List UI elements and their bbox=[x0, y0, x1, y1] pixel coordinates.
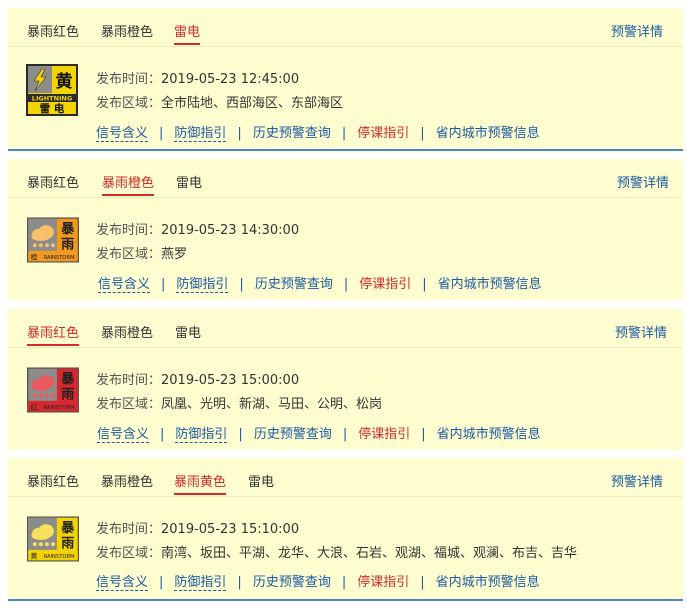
rainstorm-red-icon: 暴 雨 红 RAINSTORM bbox=[27, 367, 79, 413]
svg-text:红: 红 bbox=[30, 403, 37, 412]
svg-text:黄: 黄 bbox=[56, 71, 73, 92]
defense-guide-link[interactable]: 防御指引 bbox=[174, 575, 227, 591]
tab-rainstorm-red[interactable]: 暴雨红色 bbox=[27, 21, 79, 45]
warning-links: 信号含义 | 防御指引 | 历史预警查询 | 停课指引 | 省内城市预警信息 bbox=[96, 122, 540, 142]
svg-text:RAINSTORM: RAINSTORM bbox=[44, 255, 75, 261]
tab-rainstorm-red[interactable]: 暴雨红色 bbox=[27, 322, 80, 346]
class-suspension-link[interactable]: 停课指引 bbox=[357, 571, 409, 590]
signal-meaning-link[interactable]: 信号含义 bbox=[96, 126, 149, 142]
tab-rainstorm-red[interactable]: 暴雨红色 bbox=[27, 471, 79, 495]
svg-text:雨: 雨 bbox=[61, 537, 74, 552]
warning-panel-thunder: 暴雨红色 暴雨橙色 雷电 预警详情 黄 LIGHTNING 雷 电 发布时间：2… bbox=[8, 8, 683, 151]
publish-area: 发布区域：南湾、坂田、平湖、龙华、大浪、石岩、观湖、福城、观澜、布吉、吉华 bbox=[96, 546, 578, 561]
warning-tabs: 暴雨红色 暴雨橙色 雷电 预警详情 bbox=[8, 309, 683, 348]
tab-thunder[interactable]: 雷电 bbox=[176, 172, 202, 196]
warning-details-link[interactable]: 预警详情 bbox=[611, 471, 663, 490]
history-query-link[interactable]: 历史预警查询 bbox=[255, 273, 333, 292]
signal-meaning-link[interactable]: 信号含义 bbox=[96, 575, 149, 591]
publish-area: 发布区域：全市陆地、西部海区、东部海区 bbox=[96, 96, 344, 111]
provincial-warnings-link[interactable]: 省内城市预警信息 bbox=[436, 571, 540, 590]
svg-text:暴: 暴 bbox=[60, 222, 75, 237]
warning-details-link[interactable]: 预警详情 bbox=[617, 172, 669, 191]
defense-guide-link[interactable]: 防御指引 bbox=[175, 427, 228, 443]
tab-thunder[interactable]: 雷电 bbox=[174, 21, 201, 45]
history-query-link[interactable]: 历史预警查询 bbox=[253, 571, 331, 590]
warning-tabs: 暴雨红色 暴雨橙色 雷电 预警详情 bbox=[8, 159, 683, 198]
svg-text:RAINSTORM: RAINSTORM bbox=[44, 554, 75, 560]
tab-thunder[interactable]: 雷电 bbox=[248, 471, 274, 495]
history-query-link[interactable]: 历史预警查询 bbox=[254, 423, 332, 442]
class-suspension-link[interactable]: 停课指引 bbox=[359, 273, 411, 292]
publish-area: 发布区域：燕罗 bbox=[96, 247, 188, 262]
history-query-link[interactable]: 历史预警查询 bbox=[253, 122, 331, 141]
svg-text:LIGHTNING: LIGHTNING bbox=[32, 95, 72, 103]
tab-rainstorm-orange[interactable]: 暴雨橙色 bbox=[101, 21, 153, 45]
provincial-warnings-link[interactable]: 省内城市预警信息 bbox=[437, 423, 541, 442]
publish-time: 发布时间：2019-05-23 12:45:00 bbox=[96, 72, 300, 87]
provincial-warnings-link[interactable]: 省内城市预警信息 bbox=[436, 122, 540, 141]
svg-text:暴: 暴 bbox=[60, 372, 75, 387]
warning-details-link[interactable]: 预警详情 bbox=[611, 21, 663, 40]
provincial-warnings-link[interactable]: 省内城市预警信息 bbox=[438, 273, 542, 292]
warning-details-link[interactable]: 预警详情 bbox=[615, 322, 667, 341]
publish-area: 发布区域：凤凰、光明、新湖、马田、公明、松岗 bbox=[96, 397, 383, 412]
svg-text:黄: 黄 bbox=[30, 552, 37, 561]
warning-tabs: 暴雨红色 暴雨橙色 暴雨黄色 雷电 预警详情 bbox=[8, 458, 683, 497]
class-suspension-link[interactable]: 停课指引 bbox=[358, 423, 410, 442]
svg-text:雨: 雨 bbox=[61, 388, 74, 403]
publish-time: 发布时间：2019-05-23 14:30:00 bbox=[96, 223, 300, 238]
warning-links: 信号含义 | 防御指引 | 历史预警查询 | 停课指引 | 省内城市预警信息 bbox=[96, 571, 540, 591]
publish-time: 发布时间：2019-05-23 15:10:00 bbox=[96, 522, 300, 537]
warning-links: 信号含义 | 防御指引 | 历史预警查询 | 停课指引 | 省内城市预警信息 bbox=[98, 273, 542, 293]
tab-rainstorm-orange[interactable]: 暴雨橙色 bbox=[102, 172, 155, 196]
svg-text:雷 电: 雷 电 bbox=[40, 102, 65, 115]
warning-panel-rainstorm-yellow: 暴雨红色 暴雨橙色 暴雨黄色 雷电 预警详情 暴 雨 黄 RAINSTORM 发… bbox=[8, 458, 683, 601]
warning-tabs: 暴雨红色 暴雨橙色 雷电 预警详情 bbox=[8, 8, 683, 47]
rainstorm-orange-icon: 暴 雨 橙 RAINSTORM bbox=[27, 217, 79, 263]
rainstorm-yellow-icon: 暴 雨 黄 RAINSTORM bbox=[27, 516, 79, 562]
tab-rainstorm-red[interactable]: 暴雨红色 bbox=[27, 172, 79, 196]
svg-text:橙: 橙 bbox=[30, 253, 37, 262]
tab-rainstorm-orange[interactable]: 暴雨橙色 bbox=[101, 322, 153, 346]
warning-panel-rainstorm-red: 暴雨红色 暴雨橙色 雷电 预警详情 暴 雨 红 RAINSTORM 发布时间：2… bbox=[8, 309, 683, 450]
signal-meaning-link[interactable]: 信号含义 bbox=[97, 427, 150, 443]
defense-guide-link[interactable]: 防御指引 bbox=[174, 126, 227, 142]
thunder-yellow-icon: 黄 LIGHTNING 雷 电 bbox=[26, 64, 78, 116]
class-suspension-link[interactable]: 停课指引 bbox=[357, 122, 409, 141]
tab-rainstorm-yellow[interactable]: 暴雨黄色 bbox=[174, 471, 227, 495]
svg-text:雨: 雨 bbox=[61, 238, 74, 253]
defense-guide-link[interactable]: 防御指引 bbox=[176, 277, 229, 293]
tab-thunder[interactable]: 雷电 bbox=[175, 322, 201, 346]
signal-meaning-link[interactable]: 信号含义 bbox=[98, 277, 151, 293]
tab-rainstorm-orange[interactable]: 暴雨橙色 bbox=[101, 471, 153, 495]
warning-links: 信号含义 | 防御指引 | 历史预警查询 | 停课指引 | 省内城市预警信息 bbox=[97, 423, 541, 443]
warning-panel-rainstorm-orange: 暴雨红色 暴雨橙色 雷电 预警详情 暴 雨 橙 RAINSTORM 发布时间：2… bbox=[8, 159, 683, 300]
svg-text:RAINSTORM: RAINSTORM bbox=[44, 405, 75, 411]
publish-time: 发布时间：2019-05-23 15:00:00 bbox=[96, 373, 300, 388]
svg-text:暴: 暴 bbox=[60, 521, 75, 536]
